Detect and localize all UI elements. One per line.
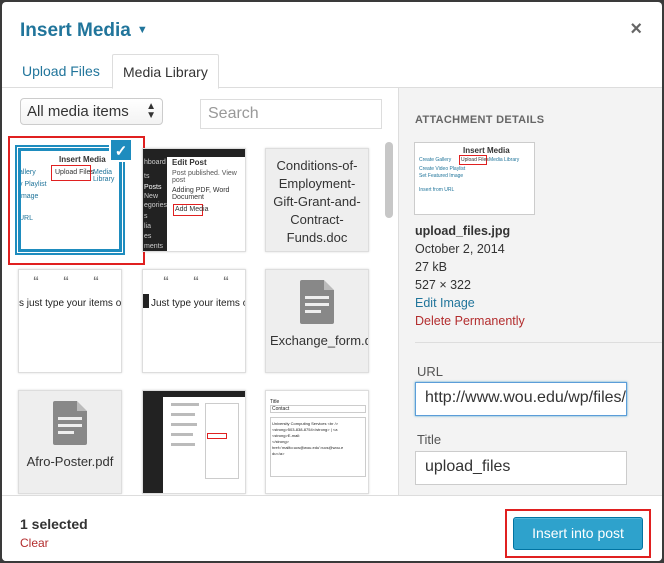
thumb-tab2: Media Library bbox=[489, 157, 520, 163]
modal-footer: 1 selected Clear Insert into post bbox=[2, 495, 662, 561]
thumb-side-1: Create Gallery bbox=[419, 157, 452, 163]
preview-line: </strong> bbox=[272, 439, 289, 444]
url-label: URL bbox=[417, 364, 444, 379]
select-arrows-icon: ▲ ▼ bbox=[146, 101, 156, 121]
preview-edge bbox=[143, 294, 149, 308]
grid-scrollbar[interactable] bbox=[385, 142, 393, 218]
quote-icon: “ bbox=[33, 274, 39, 288]
preview-line: University Computing Services <br /> bbox=[272, 421, 339, 426]
modal-title-label: Insert Media bbox=[20, 20, 131, 41]
clear-selection-link[interactable]: Clear bbox=[20, 536, 49, 550]
preview-line: <strong>E-mail: bbox=[272, 433, 301, 438]
media-grid: Insert Media allery y Playlist Image URL… bbox=[2, 134, 398, 496]
preview-admin-menu bbox=[143, 397, 163, 493]
document-name: Afro-Poster.pdf bbox=[26, 454, 114, 469]
title-label: Title bbox=[417, 432, 442, 447]
document-icon bbox=[300, 280, 334, 324]
highlight-box-insert bbox=[505, 509, 651, 558]
selection-count: 1 selected bbox=[20, 516, 88, 532]
highlight-box-selected bbox=[8, 136, 145, 265]
media-item-exchange-doc[interactable]: Exchange_form.doc bbox=[265, 269, 369, 373]
divider bbox=[415, 342, 662, 343]
preview-menu-7: lia bbox=[144, 223, 152, 230]
document-name: Conditions-of-Employment-Gift-Grant-and-… bbox=[273, 158, 361, 245]
thumb-side-4: Insert from URL bbox=[419, 187, 455, 193]
tab-upload-files[interactable]: Upload Files bbox=[12, 54, 110, 89]
preview-line: <strong>503-838-8754</strong> | <a bbox=[272, 427, 338, 432]
media-item-admin-screenshot[interactable] bbox=[142, 390, 246, 494]
attachment-info: upload_files.jpg October 2, 2014 27 kB 5… bbox=[415, 222, 525, 330]
preview-adminbar bbox=[143, 149, 245, 157]
media-item-list-image-2[interactable]: “ “ “ Just type your items out and h bbox=[142, 269, 246, 373]
attachment-filename: upload_files.jpg bbox=[415, 224, 511, 238]
preview-subtitle: Adding PDF, Word Document bbox=[172, 187, 230, 201]
dropdown-caret-icon[interactable]: ▼ bbox=[137, 24, 148, 36]
media-item-edit-post[interactable]: hboard ts Posts New egories s lia es men… bbox=[142, 148, 246, 252]
preview-menu-6: s bbox=[144, 213, 148, 220]
preview-menu-2: ts bbox=[144, 173, 150, 180]
preview-menu-1: hboard bbox=[144, 159, 166, 166]
preview-menu-3: Posts bbox=[144, 184, 162, 191]
preview-menu-5: egories bbox=[144, 202, 167, 209]
edit-image-link[interactable]: Edit Image bbox=[415, 294, 525, 312]
preview-text: s just type your items out and bbox=[19, 298, 122, 309]
url-field[interactable]: http://www.wou.edu/wp/files/upload_files… bbox=[415, 382, 627, 416]
tab-bar: Upload Files Media Library bbox=[2, 54, 662, 89]
media-item-conditions-doc[interactable]: Conditions-of-Employment-Gift-Grant-and-… bbox=[265, 148, 369, 252]
tab-media-library[interactable]: Media Library bbox=[112, 54, 219, 89]
media-filter-value: All media items bbox=[27, 103, 129, 120]
document-icon bbox=[53, 401, 87, 445]
media-filter-select[interactable]: All media items ▲ ▼ bbox=[20, 98, 163, 125]
preview-menu-8: es bbox=[144, 233, 152, 240]
thumb-side-3: Set Featured Image bbox=[419, 173, 464, 179]
thumb-side-2: Create Video Playlist bbox=[419, 166, 466, 172]
attachment-details-heading: ATTACHMENT DETAILS bbox=[415, 114, 545, 126]
media-item-list-image-1[interactable]: “ “ “ s just type your items out and bbox=[18, 269, 122, 373]
quote-icon: “ bbox=[223, 274, 229, 288]
thumb-tab1: Upload Files bbox=[461, 157, 489, 163]
preview-line: du</a> bbox=[272, 451, 285, 456]
preview-text: Just type your items out and h bbox=[151, 298, 245, 309]
preview-note: Post published. View post bbox=[172, 170, 237, 184]
preview-title: Edit Post bbox=[172, 158, 207, 167]
media-item-afro-poster[interactable]: Afro-Poster.pdf bbox=[18, 390, 122, 494]
quote-icon: “ bbox=[93, 274, 99, 288]
title-field[interactable]: upload_files bbox=[415, 451, 627, 485]
insert-media-modal: Insert Media ▼ × Upload Files Media Libra… bbox=[2, 2, 662, 561]
delete-permanently-link[interactable]: Delete Permanently bbox=[415, 312, 525, 330]
close-icon[interactable]: × bbox=[630, 18, 642, 41]
search-input[interactable]: Search bbox=[200, 99, 382, 129]
media-item-contact-screenshot[interactable]: Title Contact University Computing Servi… bbox=[265, 390, 369, 494]
attachment-details-panel: ATTACHMENT DETAILS Insert Media Create G… bbox=[398, 88, 662, 495]
attachment-size: 27 kB bbox=[415, 260, 447, 274]
preview-menu-9: ments bbox=[144, 243, 164, 250]
preview-button: Add Media bbox=[175, 206, 209, 213]
attachment-thumbnail: Insert Media Create Gallery Create Video… bbox=[414, 142, 535, 215]
thumb-title: Insert Media bbox=[463, 146, 510, 155]
quote-icon: “ bbox=[163, 274, 169, 288]
quote-icon: “ bbox=[63, 274, 69, 288]
document-name: Exchange_form.doc bbox=[270, 333, 368, 348]
preview-menu-4: New bbox=[144, 193, 159, 200]
attachment-dimensions: 527 × 322 bbox=[415, 278, 471, 292]
preview-line: Contact bbox=[272, 406, 290, 412]
modal-title[interactable]: Insert Media ▼ bbox=[20, 20, 148, 42]
preview-line: href='mailto:ucs@wou.edu'>ucs@wou.e bbox=[272, 445, 344, 450]
quote-icon: “ bbox=[193, 274, 199, 288]
attachment-date: October 2, 2014 bbox=[415, 242, 505, 256]
